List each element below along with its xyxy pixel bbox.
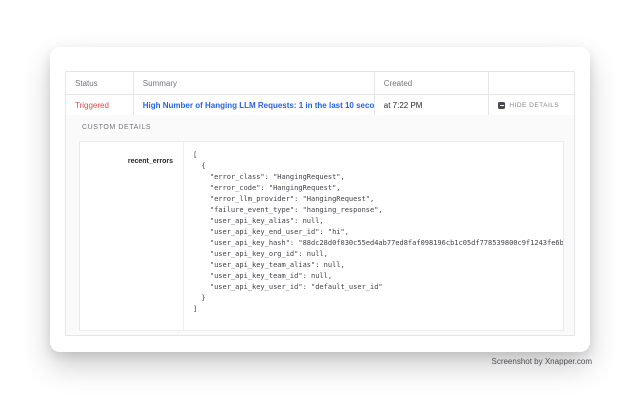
details-json-column: [ { "error_class": "HangingRequest", "er… [184, 142, 563, 330]
alerts-table: Status Summary Created Triggered High Nu… [65, 71, 575, 117]
recent-errors-label: recent_errors [128, 158, 173, 165]
table-row: Triggered High Number of Hanging LLM Req… [66, 95, 574, 116]
actions-cell: HIDE DETAILS [489, 95, 574, 116]
table-header-row: Status Summary Created [66, 72, 574, 95]
created-timestamp: at 7:22 PM [384, 101, 423, 110]
hide-details-label: HIDE DETAILS [509, 102, 559, 109]
alert-summary-link[interactable]: High Number of Hanging LLM Requests: 1 i… [143, 101, 375, 110]
custom-details-title: CUSTOM DETAILS [82, 124, 151, 131]
recent-errors-json: [ { "error_class": "HangingRequest", "er… [193, 150, 563, 315]
summary-cell: High Number of Hanging LLM Requests: 1 i… [134, 95, 375, 116]
column-header-actions [489, 72, 574, 94]
hide-details-button[interactable]: HIDE DETAILS [498, 102, 559, 109]
page: Status Summary Created Triggered High Nu… [0, 0, 640, 416]
custom-details-section: CUSTOM DETAILS recent_errors [ { "error_… [65, 115, 575, 336]
screenshot-credit: Screenshot by Xnapper.com [491, 357, 592, 366]
column-header-summary: Summary [134, 72, 375, 94]
created-cell: at 7:22 PM [375, 95, 490, 116]
status-cell: Triggered [66, 95, 134, 116]
column-header-created: Created [375, 72, 490, 94]
custom-details-box: recent_errors [ { "error_class": "Hangin… [79, 141, 564, 331]
details-label-column: recent_errors [80, 142, 184, 330]
column-header-status: Status [66, 72, 134, 94]
alert-card: Status Summary Created Triggered High Nu… [50, 47, 590, 352]
minus-square-icon [498, 102, 505, 109]
status-badge: Triggered [75, 101, 109, 110]
